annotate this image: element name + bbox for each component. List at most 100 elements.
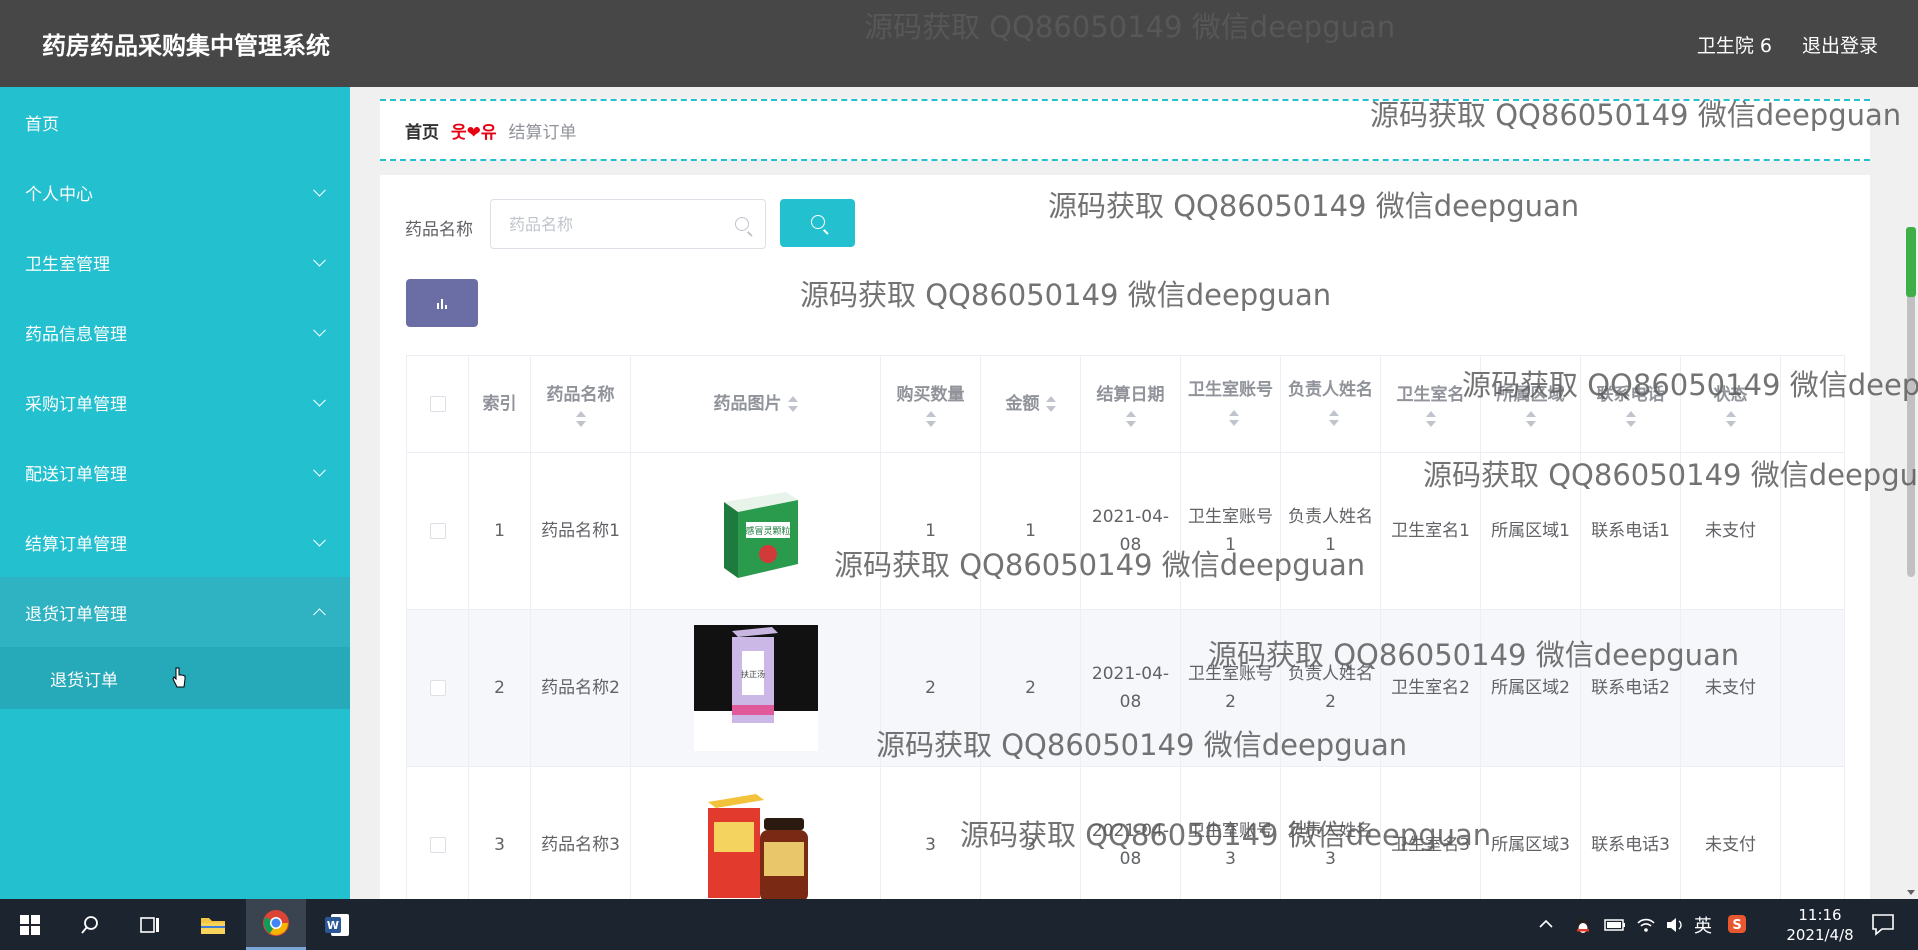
- taskbar-word[interactable]: W: [307, 899, 367, 950]
- sidebar-item-label: 采购订单管理: [25, 394, 127, 415]
- column-header-phone[interactable]: 联系电话: [1580, 355, 1681, 453]
- sort-icon[interactable]: [1525, 411, 1536, 427]
- column-header-index: 索引: [468, 355, 531, 453]
- chevron-down-icon: [313, 253, 326, 267]
- cell-status: 未支付: [1680, 609, 1781, 767]
- task-view-button[interactable]: [120, 899, 180, 950]
- row-checkbox[interactable]: [429, 680, 446, 696]
- column-header-drug-name[interactable]: 药品名称: [530, 355, 631, 453]
- sidebar-item-purchase-order-management[interactable]: 采购订单管理: [0, 367, 350, 437]
- sidebar-item-personal-center[interactable]: 个人中心: [0, 157, 350, 227]
- start-button[interactable]: [0, 899, 60, 950]
- sidebar-item-label: 药品信息管理: [25, 324, 127, 345]
- sidebar-item-clinic-management[interactable]: 卫生室管理: [0, 227, 350, 297]
- chevron-down-icon: [313, 183, 326, 197]
- cell-phone: 联系电话1: [1580, 452, 1681, 610]
- sort-icon[interactable]: [1625, 411, 1636, 427]
- hand-cursor-icon: [172, 667, 186, 688]
- sort-icon[interactable]: [1725, 411, 1736, 427]
- sort-icon[interactable]: [1125, 411, 1136, 427]
- row-checkbox[interactable]: [429, 523, 446, 539]
- clock-time: 11:16: [1798, 906, 1842, 924]
- bar-chart-icon: [437, 299, 447, 309]
- taskbar-search-button[interactable]: [60, 899, 120, 950]
- column-header-drug-image[interactable]: 药品图片: [630, 355, 881, 453]
- cell-phone: 联系电话2: [1580, 609, 1681, 767]
- sidebar-item-drug-info-management[interactable]: 药品信息管理: [0, 297, 350, 367]
- sidebar-item-label: 配送订单管理: [25, 464, 127, 485]
- current-user[interactable]: 卫生院 6: [1697, 31, 1772, 58]
- cell-drug-image: 感冒灵颗粒: [630, 452, 881, 610]
- search-button[interactable]: [780, 199, 855, 247]
- column-header-area[interactable]: 所属区域: [1480, 355, 1581, 453]
- sort-icon[interactable]: [925, 411, 936, 427]
- sort-icon[interactable]: [1328, 410, 1339, 426]
- logout-button[interactable]: 退出登录: [1802, 31, 1878, 58]
- sogou-icon[interactable]: S: [1726, 913, 1748, 935]
- app-title: 药房药品采购集中管理系统: [42, 32, 330, 60]
- column-header-clinic-account[interactable]: 卫生室账号: [1180, 355, 1281, 453]
- qq-penguin-icon[interactable]: [1572, 914, 1594, 936]
- column-header-person-in-charge[interactable]: 负责人姓名: [1280, 355, 1381, 453]
- svg-text:S: S: [1732, 918, 1741, 933]
- sidebar-item-home[interactable]: 首页: [0, 87, 350, 157]
- drug-image: 感冒灵颗粒: [693, 468, 818, 594]
- drug-image: [693, 782, 818, 899]
- sort-icon[interactable]: [1045, 396, 1056, 412]
- column-header-amount[interactable]: 金额: [980, 355, 1081, 453]
- sidebar-item-delivery-order-management[interactable]: 配送订单管理: [0, 437, 350, 507]
- content-panel: 药品名称 索引 药品名称: [380, 175, 1870, 899]
- os-taskbar: W 英 S 11:16 2021/4/8: [0, 899, 1918, 950]
- taskbar-file-explorer[interactable]: [183, 899, 243, 950]
- chrome-icon: [263, 910, 289, 936]
- breadcrumb-current: 结算订单: [508, 122, 577, 143]
- settlement-order-table: 索引 药品名称 药品图片 购买数量 金额 结算日期 卫生室账号 负责人姓名 卫生…: [406, 355, 1845, 899]
- cell-quantity: 2: [880, 609, 981, 767]
- clock-date: 2021/4/8: [1786, 926, 1854, 944]
- sidebar-subitem-return-order[interactable]: 退货订单: [0, 647, 350, 709]
- cell-drug-image: 扶正汤: [630, 609, 881, 767]
- cell-actions: [1780, 766, 1845, 899]
- cell-drug-name: 药品名称2: [530, 609, 631, 767]
- scroll-down-arrow-icon[interactable]: [1907, 890, 1915, 895]
- table-row: 3 药品名称3 3 3 2021-04-08 卫生室账号3 负责人姓名3 卫生室…: [406, 766, 1845, 899]
- windows-logo-icon: [20, 914, 40, 935]
- sort-icon[interactable]: [1228, 410, 1239, 426]
- select-all-checkbox[interactable]: [429, 396, 446, 412]
- column-header-quantity[interactable]: 购买数量: [880, 355, 981, 453]
- battery-icon[interactable]: [1603, 915, 1627, 935]
- chevron-down-icon: [313, 323, 326, 337]
- column-header-status[interactable]: 状态: [1680, 355, 1781, 453]
- sidebar-item-label: 卫生室管理: [25, 254, 110, 275]
- speaker-icon[interactable]: [1664, 914, 1686, 936]
- taskbar-chrome[interactable]: [246, 899, 306, 950]
- cell-quantity: 1: [880, 452, 981, 610]
- sort-icon[interactable]: [575, 411, 586, 427]
- row-checkbox[interactable]: [429, 837, 446, 853]
- column-header-clinic-name[interactable]: 卫生室名: [1380, 355, 1481, 453]
- sidebar-item-label: 首页: [25, 114, 59, 135]
- column-header-settlement-date[interactable]: 结算日期: [1080, 355, 1181, 453]
- sidebar-item-settlement-order-management[interactable]: 结算订单管理: [0, 507, 350, 577]
- sidebar-item-return-order-management[interactable]: 退货订单管理: [0, 577, 350, 647]
- table-header-row: 索引 药品名称 药品图片 购买数量 金额 结算日期 卫生室账号 负责人姓名 卫生…: [406, 355, 1845, 453]
- cell-phone: 联系电话3: [1580, 766, 1681, 899]
- input-method-indicator[interactable]: 英: [1694, 912, 1712, 938]
- cell-actions: [1780, 452, 1845, 610]
- cell-clinic-account: 卫生室账号1: [1180, 452, 1281, 610]
- notification-icon[interactable]: [1870, 912, 1896, 936]
- page-scrollbar[interactable]: [1904, 87, 1918, 899]
- main-content: 首页 웃❤유 结算订单 药品名称 药品名称 索引 药品名称 药品图片 购买数量 …: [350, 87, 1918, 899]
- breadcrumb-home[interactable]: 首页: [405, 118, 439, 143]
- sort-icon[interactable]: [1425, 411, 1436, 427]
- breadcrumb: 首页 웃❤유 结算订单: [380, 99, 1870, 161]
- search-input[interactable]: [490, 199, 766, 249]
- chevron-up-icon[interactable]: [1538, 917, 1554, 931]
- search-icon: [81, 915, 98, 934]
- cell-clinic-account: 卫生室账号2: [1180, 609, 1281, 767]
- taskbar-clock[interactable]: 11:16 2021/4/8: [1775, 905, 1865, 945]
- cell-index: 1: [468, 452, 531, 610]
- wifi-icon[interactable]: [1635, 914, 1657, 936]
- sort-icon[interactable]: [787, 396, 798, 412]
- statistics-button[interactable]: [406, 279, 478, 327]
